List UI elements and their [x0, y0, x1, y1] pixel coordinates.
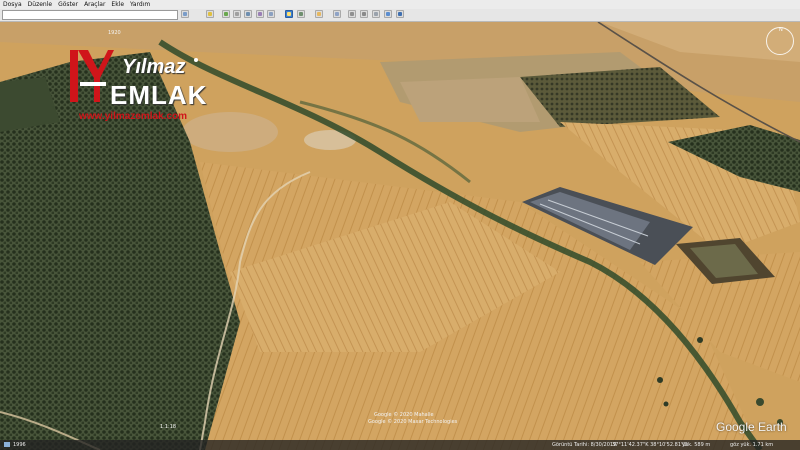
- sun-icon[interactable]: [285, 10, 293, 18]
- sidebar-toggle-icon[interactable]: [181, 10, 189, 18]
- logo-url: www.yilmazemlak.com: [79, 111, 188, 122]
- elevation: yük. 589 m: [682, 442, 711, 448]
- save-image-icon-2[interactable]: [372, 10, 380, 18]
- logo-line-1: Yılmaz: [122, 56, 186, 78]
- map-scale-label: 1:1:18: [160, 424, 177, 430]
- tour-year: 1996: [13, 442, 26, 448]
- polygon-icon[interactable]: [222, 10, 230, 18]
- placemark-icon[interactable]: [206, 10, 214, 18]
- menu-edit[interactable]: Düzenle: [28, 1, 52, 8]
- path-icon[interactable]: [233, 10, 241, 18]
- history-icon[interactable]: [267, 10, 275, 18]
- search-input[interactable]: [2, 10, 178, 20]
- planets-icon[interactable]: [297, 10, 305, 18]
- toolbar: [0, 9, 800, 22]
- compass-north-label: N: [779, 27, 783, 33]
- agency-logo: Yılmaz EMLAK www.yilmazemlak.com: [66, 48, 206, 128]
- menu-view[interactable]: Göster: [58, 1, 78, 8]
- logo-mark-icon: [70, 50, 114, 102]
- menu-file[interactable]: Dosya: [3, 1, 22, 8]
- maps-icon[interactable]: [384, 10, 392, 18]
- logo-line-2: EMLAK: [110, 80, 208, 110]
- google-earth-logo: Google Earth: [716, 420, 787, 434]
- map-copyright-1: Google © 2020 Mahalle: [374, 412, 434, 418]
- status-bar: 1996 Görüntü Tarihi: 8/30/2019 37°11'42.…: [0, 440, 800, 450]
- print-icon[interactable]: [348, 10, 356, 18]
- compass-icon[interactable]: N: [766, 27, 794, 55]
- map-copyright-2: Google © 2020 Maxar Technologies: [368, 419, 458, 425]
- ruler-icon[interactable]: [315, 10, 323, 18]
- map-top-label: 1920: [108, 30, 121, 36]
- overlay-icon[interactable]: [244, 10, 252, 18]
- eye-altitude: göz yük. 1.71 km: [730, 442, 774, 448]
- email-icon[interactable]: [333, 10, 341, 18]
- coordinates: 37°11'42.37"K 38°10'52.81"D: [612, 442, 688, 448]
- menu-add[interactable]: Ekle: [111, 1, 124, 8]
- menu-tools[interactable]: Araçlar: [84, 1, 105, 8]
- tour-icon[interactable]: [256, 10, 264, 18]
- save-image-icon[interactable]: [360, 10, 368, 18]
- menu-help[interactable]: Yardım: [130, 1, 150, 8]
- globe-icon[interactable]: [396, 10, 404, 18]
- logo-registered-icon: [194, 58, 198, 62]
- imagery-date: Görüntü Tarihi: 8/30/2019: [552, 442, 617, 448]
- historical-imagery-icon[interactable]: [4, 442, 10, 447]
